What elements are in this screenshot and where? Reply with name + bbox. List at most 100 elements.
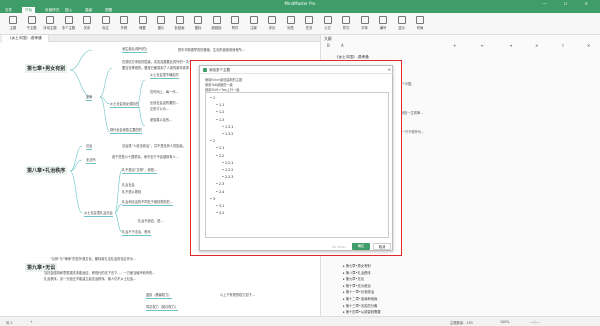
- add-topic-icon[interactable]: +: [453, 43, 456, 48]
- zoom-slider[interactable]: —○—: [530, 320, 539, 324]
- tool-icon: [249, 16, 258, 24]
- mindmap-node[interactable]: 若干些是以十国重民，而不至于不会被除有人...: [112, 154, 179, 159]
- outline-toc-item[interactable]: ▸ 第九章•无讼: [343, 276, 364, 281]
- toolbar-label: 标注: [102, 26, 109, 30]
- outdent-icon[interactable]: ⇤: [481, 43, 484, 48]
- outline-toc-item[interactable]: ▸ 第十章•无为政治: [343, 283, 371, 288]
- outline-toc-item[interactable]: ▸ 第七章•男女有别: [343, 263, 371, 268]
- tool-icon: [64, 16, 73, 24]
- toolbar-label: 标签: [287, 26, 294, 30]
- toolbar-button[interactable]: 布局: [411, 15, 429, 30]
- topic-text: 1: [213, 96, 216, 100]
- toolbar-label: 多个主题: [61, 26, 76, 30]
- toolbar-button[interactable]: 任务: [300, 15, 318, 30]
- mindmap-node[interactable]: 礼不是从规则: [122, 189, 141, 194]
- toc-label: 第九章•无讼: [345, 277, 365, 282]
- mindmap-node[interactable]: 礼治社会: [122, 182, 135, 187]
- toolbar-button[interactable]: 多个主题: [60, 15, 78, 30]
- toolbar-button[interactable]: 显示: [393, 15, 411, 30]
- mindmap-node[interactable]: 法治是“人依法而治”，并不是没有人的因素。: [122, 143, 186, 148]
- outline-toc-item[interactable]: ▸ 第十一章•长老统治: [343, 289, 374, 294]
- mindmap-node[interactable]: 当社会结构和思想观念未能适应，即现代的法下去下...，一方面当破坏着有的...: [44, 270, 155, 275]
- mindmap-node[interactable]: 礼治不适应，是...: [138, 218, 163, 223]
- toc-label: 第十一章•长老统治: [345, 290, 375, 295]
- ok-button[interactable]: 确定: [352, 243, 370, 250]
- page-indicator[interactable]: 页-1: [6, 320, 13, 325]
- chapter-8-node[interactable]: 第八章•礼治秩序: [25, 166, 68, 175]
- toolbar-button[interactable]: 图片: [152, 15, 170, 30]
- mindmap-node[interactable]: 法治: [86, 143, 93, 150]
- topic-line: • 2.1: [216, 146, 224, 150]
- window-controls[interactable]: — ☐ ✕: [543, 1, 596, 6]
- cancel-button[interactable]: 取消: [373, 243, 391, 250]
- topic-text: 1.3: [219, 117, 225, 122]
- mindmap-node[interactable]: 家亲: [86, 94, 93, 101]
- mindmap-node[interactable]: 要当在等观的，要是已都感到了人类的基本需求...: [122, 65, 192, 70]
- mindmap-node[interactable]: 把中华看做早的的基础，生存形面用到而有所...: [178, 47, 245, 52]
- outline-toc-item[interactable]: ▸ 第十二章•血缘和地缘: [343, 296, 377, 301]
- toolbar-button[interactable]: 公式: [319, 15, 337, 30]
- toolbar-button[interactable]: 子主题: [23, 15, 41, 30]
- outline-toc-item[interactable]: ▸ 第八章•礼治秩序: [343, 270, 371, 275]
- mindmap-node[interactable]: 在感情方来较的层级，实告自展要比的外的一次一...: [122, 59, 195, 64]
- toolbar-button[interactable]: 关系: [78, 15, 96, 30]
- zoom-level[interactable]: 100%: [500, 320, 509, 324]
- mindmap-node[interactable]: 同意权力（契约权力）: [146, 304, 178, 311]
- mindmap-node[interactable]: 乡土社会里不确定的: [150, 72, 179, 79]
- mindmap-node[interactable]: 无法所: [86, 157, 96, 164]
- bold-icon[interactable]: B: [327, 43, 330, 48]
- mindmap-node[interactable]: 在时间上，每一代...: [150, 89, 179, 94]
- mindmap-node[interactable]: 礼治不于法治，秩序: [122, 229, 151, 236]
- add-page-icon[interactable]: +: [30, 320, 33, 324]
- close-icon[interactable]: ✕: [388, 67, 391, 72]
- toc-label: 第十章•无为政治: [345, 283, 371, 288]
- delete-icon[interactable]: ✕: [535, 43, 538, 48]
- toolbar-button[interactable]: 标签: [282, 15, 300, 30]
- outline-toc-item[interactable]: ▸ 第十四章•从欲望到需要: [343, 309, 381, 314]
- mindmap-node[interactable]: 以上下有别的权力如下...: [220, 292, 255, 297]
- toolbar-button[interactable]: 外框: [115, 15, 133, 30]
- mindmap-node[interactable]: 礼治秩序，另一方面正不能建立起法治秩序。使人们不乡土社会...: [44, 276, 136, 281]
- topics-editor[interactable]: • 1 • 1.1 • 1.2 • 1.3 • 1.3.1 • 1.3.2 • 2 • 2.1…: [205, 92, 389, 238]
- mindmap-node[interactable]: 比较社会由所要的...: [150, 100, 179, 105]
- mindmap-node[interactable]: 乡土社会男女感情的: [110, 101, 139, 108]
- export-icon[interactable]: ⇪: [561, 43, 564, 48]
- tool-icon: [323, 16, 332, 24]
- toolbar-label: 附件: [231, 26, 239, 30]
- mindmap-node[interactable]: 深生最后(现代的): [122, 46, 147, 53]
- mindmap-node[interactable]: “讼师”与“律师”的在外观文化，都特着礼法社会的社区作为...: [50, 256, 136, 261]
- tool-icon: [416, 16, 424, 24]
- chapter-7-node[interactable]: 第七章•男女有别: [25, 64, 68, 73]
- toolbar-button[interactable]: 评论: [263, 15, 281, 30]
- mindmap-node[interactable]: 礼治和法治的不同在于维持规范的...: [122, 199, 173, 206]
- toolbar-button[interactable]: 剪贴画: [171, 15, 189, 30]
- toolbar-button[interactable]: 图标: [189, 15, 207, 30]
- tool-icon: [194, 16, 202, 24]
- toolbar-button[interactable]: 编号: [374, 15, 392, 30]
- toolbar-button[interactable]: 注释: [245, 15, 263, 30]
- mindmap-node[interactable]: 礼不是由“文明”，而是...: [122, 167, 158, 174]
- close-panel-icon[interactable]: ✕: [587, 43, 590, 48]
- mindmap-node[interactable]: 乡土社会里礼治社会: [84, 210, 113, 217]
- tool-icon: [342, 16, 350, 24]
- toolbar-button[interactable]: 浮动主题: [41, 15, 59, 30]
- toolbar-button[interactable]: 概要: [134, 15, 152, 30]
- outline-toc-item[interactable]: ▸ 第十三章•名实的分离: [343, 303, 377, 308]
- mindmap-node[interactable]: 现代社会家族主要的的: [110, 127, 142, 134]
- toolbar-button[interactable]: 标注: [97, 15, 115, 30]
- toolbar-button[interactable]: 字体: [356, 15, 374, 30]
- status-bar: 页-1 + 主题数量：193 100% —○—: [0, 316, 600, 326]
- indent-icon[interactable]: ⇥: [509, 43, 512, 48]
- toolbar-button[interactable]: 主题: [4, 15, 22, 30]
- toolbar-button[interactable]: 超链接: [208, 15, 226, 30]
- tab-document[interactable]: 《乡土中国》-费孝通: [2, 35, 49, 42]
- mindmap-node[interactable]: 正形才以为...: [150, 106, 169, 111]
- mindmap-node[interactable]: 盖权（横暴权力）: [146, 292, 172, 299]
- toolbar-button[interactable]: 样式: [337, 15, 355, 30]
- mindmap-node[interactable]: 家族集以及的...: [150, 117, 172, 122]
- toolbar-button[interactable]: 附件: [226, 15, 244, 30]
- font-color-icon[interactable]: A: [341, 43, 344, 48]
- topic-line: • 1.3.1: [222, 125, 233, 129]
- topic-text: 1.1: [219, 103, 225, 108]
- toolbar-label: 注释: [250, 26, 257, 30]
